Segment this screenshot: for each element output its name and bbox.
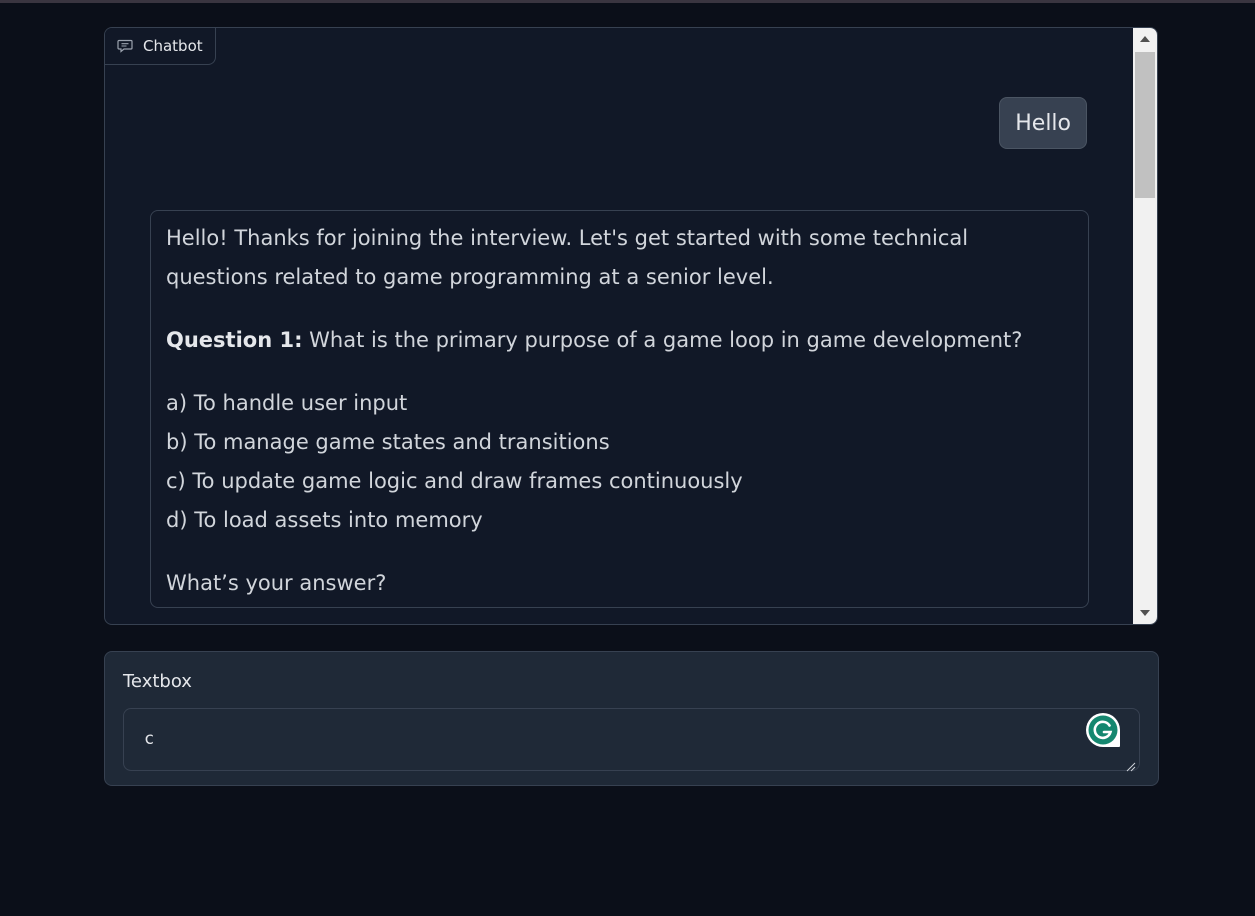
message-textbox[interactable]: c (123, 708, 1140, 772)
question-label: Question 1: (166, 328, 303, 352)
scrollbar-thumb[interactable] (1135, 52, 1155, 198)
answer-options: a) To handle user input b) To manage gam… (166, 384, 1073, 540)
chat-scrollbar[interactable] (1133, 28, 1157, 624)
textbox-value: c (144, 729, 155, 749)
chatbot-label: Chatbot (143, 37, 203, 55)
bot-prompt: What’s your answer? (166, 571, 387, 595)
option-d: d) To load assets into memory (166, 508, 483, 532)
option-a: a) To handle user input (166, 391, 408, 415)
scroll-down-arrow-icon[interactable] (1133, 602, 1157, 624)
bot-intro: Hello! Thanks for joining the interview.… (166, 226, 969, 289)
chat-bubble-icon (117, 39, 133, 53)
scroll-up-arrow-icon[interactable] (1133, 28, 1157, 50)
bot-question: Question 1: What is the primary purpose … (166, 321, 1073, 360)
window-top-border (0, 0, 1255, 3)
chatbot-label-tab: Chatbot (105, 28, 216, 65)
chatbot-panel: Chatbot Hello Hello! Thanks for joining … (104, 27, 1158, 625)
bot-message: Hello! Thanks for joining the interview.… (150, 210, 1089, 608)
resize-handle-icon[interactable] (1126, 757, 1136, 772)
user-message: Hello (999, 97, 1087, 149)
textbox-label: Textbox (123, 671, 192, 692)
question-text: What is the primary purpose of a game lo… (302, 328, 1023, 352)
textbox-panel: Textbox c (104, 651, 1159, 786)
grammarly-icon[interactable] (1085, 712, 1121, 748)
option-c: c) To update game logic and draw frames … (166, 469, 743, 493)
option-b: b) To manage game states and transitions (166, 430, 610, 454)
